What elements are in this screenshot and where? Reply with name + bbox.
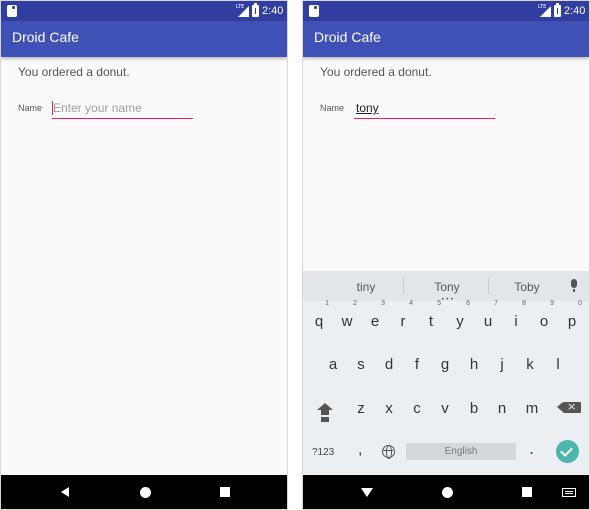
recents-icon[interactable] bbox=[522, 487, 532, 497]
app-title: Droid Cafe bbox=[12, 29, 79, 45]
key-z[interactable]: z bbox=[347, 394, 375, 424]
key-label: q bbox=[314, 313, 324, 330]
key-i[interactable]: 8i bbox=[502, 300, 530, 337]
key-label: o bbox=[539, 313, 549, 330]
key-g[interactable]: g bbox=[431, 350, 459, 380]
key-label: i bbox=[514, 313, 518, 330]
key-hint-6: 6 bbox=[466, 300, 470, 307]
comma-key[interactable]: , bbox=[358, 441, 362, 459]
app-bar: Droid Cafe bbox=[303, 21, 589, 57]
key-hint-2: 2 bbox=[353, 300, 357, 307]
name-value: tony bbox=[356, 101, 379, 115]
key-v[interactable]: v bbox=[431, 394, 459, 424]
name-label: Name bbox=[320, 103, 345, 113]
battery-icon bbox=[252, 3, 259, 17]
key-a[interactable]: a bbox=[319, 350, 347, 380]
suggestion-tiny[interactable]: tiny bbox=[336, 280, 396, 294]
home-icon[interactable] bbox=[140, 487, 151, 498]
key-label: w bbox=[341, 313, 353, 330]
key-k[interactable]: k bbox=[516, 350, 544, 380]
key-s[interactable]: s bbox=[347, 350, 375, 380]
key-hint-8: 8 bbox=[522, 300, 526, 307]
period-key[interactable]: . bbox=[529, 439, 534, 458]
back-icon[interactable] bbox=[61, 487, 69, 497]
key-h[interactable]: h bbox=[460, 350, 488, 380]
key-hint-1: 1 bbox=[325, 300, 329, 307]
key-label: e bbox=[370, 313, 380, 330]
key-label: t bbox=[428, 313, 434, 330]
more-suggestions-icon: ••• bbox=[441, 296, 455, 303]
key-y[interactable]: 6y bbox=[446, 300, 474, 337]
name-input[interactable]: tony bbox=[354, 99, 495, 119]
key-j[interactable]: j bbox=[488, 350, 516, 380]
suggestion-toby[interactable]: Toby bbox=[497, 280, 557, 294]
order-message: You ordered a donut. bbox=[18, 65, 130, 79]
order-message: You ordered a donut. bbox=[320, 65, 432, 79]
home-icon[interactable] bbox=[442, 487, 453, 498]
key-q[interactable]: 1q bbox=[305, 300, 333, 337]
navigation-bar bbox=[303, 475, 589, 509]
key-t[interactable]: 5t bbox=[417, 300, 445, 337]
key-label: u bbox=[483, 313, 493, 330]
key-u[interactable]: 7u bbox=[474, 300, 502, 337]
app-title: Droid Cafe bbox=[314, 29, 381, 45]
suggestion-divider bbox=[488, 278, 489, 294]
key-e[interactable]: 3e bbox=[361, 300, 389, 337]
suggestion-tony[interactable]: Tony bbox=[417, 280, 477, 294]
key-n[interactable]: n bbox=[488, 394, 516, 424]
key-hint-0: 0 bbox=[578, 300, 582, 307]
signal-icon bbox=[540, 6, 551, 17]
status-bar: LTE 2:40 bbox=[1, 1, 287, 21]
battery-icon bbox=[554, 3, 561, 17]
key-label: r bbox=[400, 313, 406, 330]
key-c[interactable]: c bbox=[403, 394, 431, 424]
phone-screen-left: LTE 2:40 Droid Cafe You ordered a donut.… bbox=[0, 0, 288, 510]
shift-icon[interactable] bbox=[316, 403, 334, 423]
key-w[interactable]: 2w bbox=[333, 300, 361, 337]
key-hint-9: 9 bbox=[550, 300, 554, 307]
phone-screen-right: LTE 2:40 Droid Cafe You ordered a donut.… bbox=[302, 0, 590, 510]
name-placeholder: Enter your name bbox=[53, 101, 142, 115]
key-hint-4: 4 bbox=[409, 300, 413, 307]
space-key[interactable]: English bbox=[406, 443, 516, 460]
status-time: 2:40 bbox=[262, 5, 284, 17]
key-hint-3: 3 bbox=[381, 300, 385, 307]
signal-icon bbox=[238, 6, 249, 17]
key-f[interactable]: f bbox=[403, 350, 431, 380]
recents-icon[interactable] bbox=[220, 487, 230, 497]
suggestion-divider bbox=[403, 278, 404, 294]
check-icon[interactable] bbox=[556, 440, 579, 463]
key-b[interactable]: b bbox=[460, 394, 488, 424]
navigation-bar bbox=[1, 475, 287, 509]
key-o[interactable]: 9o bbox=[530, 300, 558, 337]
app-bar: Droid Cafe bbox=[1, 21, 287, 57]
keyboard-switch-icon[interactable] bbox=[562, 488, 576, 497]
key-l[interactable]: l bbox=[544, 350, 572, 380]
key-p[interactable]: 0p bbox=[558, 300, 586, 337]
notification-icon bbox=[7, 5, 17, 17]
key-r[interactable]: 4r bbox=[389, 300, 417, 337]
mic-icon[interactable] bbox=[571, 279, 577, 292]
globe-icon[interactable] bbox=[382, 445, 395, 459]
name-label: Name bbox=[18, 103, 43, 113]
key-hint-5: 5 bbox=[437, 300, 441, 307]
name-input[interactable]: Enter your name bbox=[52, 99, 193, 119]
notification-icon bbox=[309, 5, 319, 17]
key-label: y bbox=[456, 313, 464, 330]
backspace-icon[interactable] bbox=[557, 400, 581, 413]
back-icon[interactable] bbox=[361, 488, 373, 497]
key-hint-7: 7 bbox=[494, 300, 498, 307]
suggestion-strip: tiny Tony ••• Toby bbox=[303, 271, 589, 303]
status-bar: LTE 2:40 bbox=[303, 1, 589, 21]
key-d[interactable]: d bbox=[375, 350, 403, 380]
key-m[interactable]: m bbox=[518, 394, 546, 424]
soft-keyboard: tiny Tony ••• Toby 1q2w3e4r5t6y7u8i9o0p … bbox=[303, 271, 589, 477]
key-x[interactable]: x bbox=[375, 394, 403, 424]
key-label: p bbox=[567, 313, 577, 330]
status-time: 2:40 bbox=[564, 5, 586, 17]
symbols-key[interactable]: ?123 bbox=[312, 447, 334, 458]
